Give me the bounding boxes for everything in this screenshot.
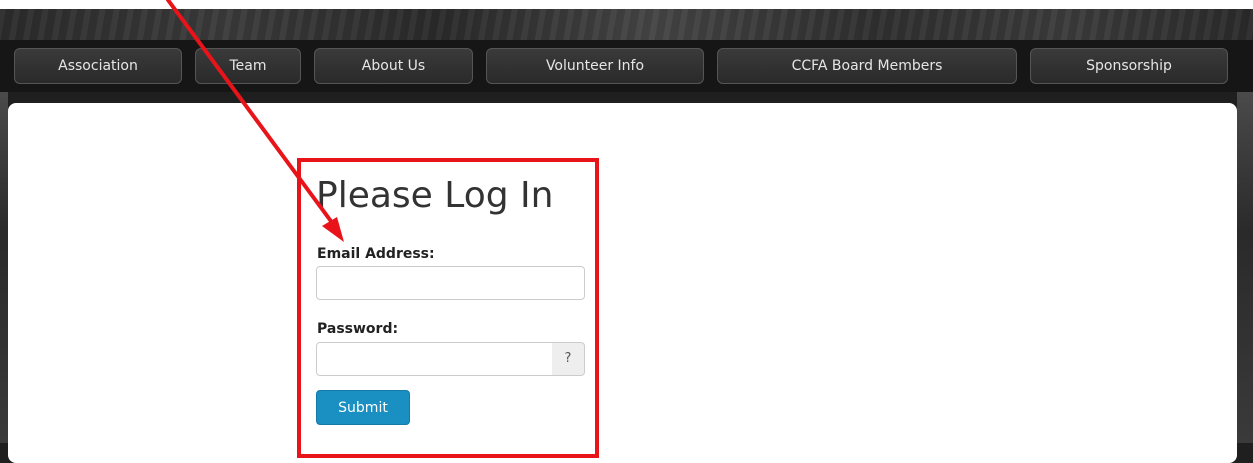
- password-label: Password:: [317, 321, 399, 337]
- password-field[interactable]: [316, 342, 553, 376]
- submit-button[interactable]: Submit: [316, 390, 410, 425]
- tab-team[interactable]: Team: [195, 48, 301, 84]
- tab-about-us[interactable]: About Us: [314, 48, 473, 84]
- main-navigation: Association Team About Us Volunteer Info…: [0, 40, 1253, 92]
- password-help-button[interactable]: ?: [552, 342, 585, 376]
- header-background-photo: [0, 9, 1253, 40]
- tab-volunteer-info[interactable]: Volunteer Info: [486, 48, 704, 84]
- content-panel: [8, 103, 1237, 463]
- tab-ccfa-board-members[interactable]: CCFA Board Members: [717, 48, 1017, 84]
- email-field[interactable]: [316, 266, 585, 300]
- email-label: Email Address:: [317, 246, 435, 262]
- tab-sponsorship[interactable]: Sponsorship: [1030, 48, 1228, 84]
- right-background-photo: [1237, 92, 1253, 443]
- page-top-edge: [0, 0, 1253, 9]
- left-background-photo: [0, 92, 8, 443]
- page-title: Please Log In: [316, 175, 554, 216]
- tab-association[interactable]: Association: [14, 48, 182, 84]
